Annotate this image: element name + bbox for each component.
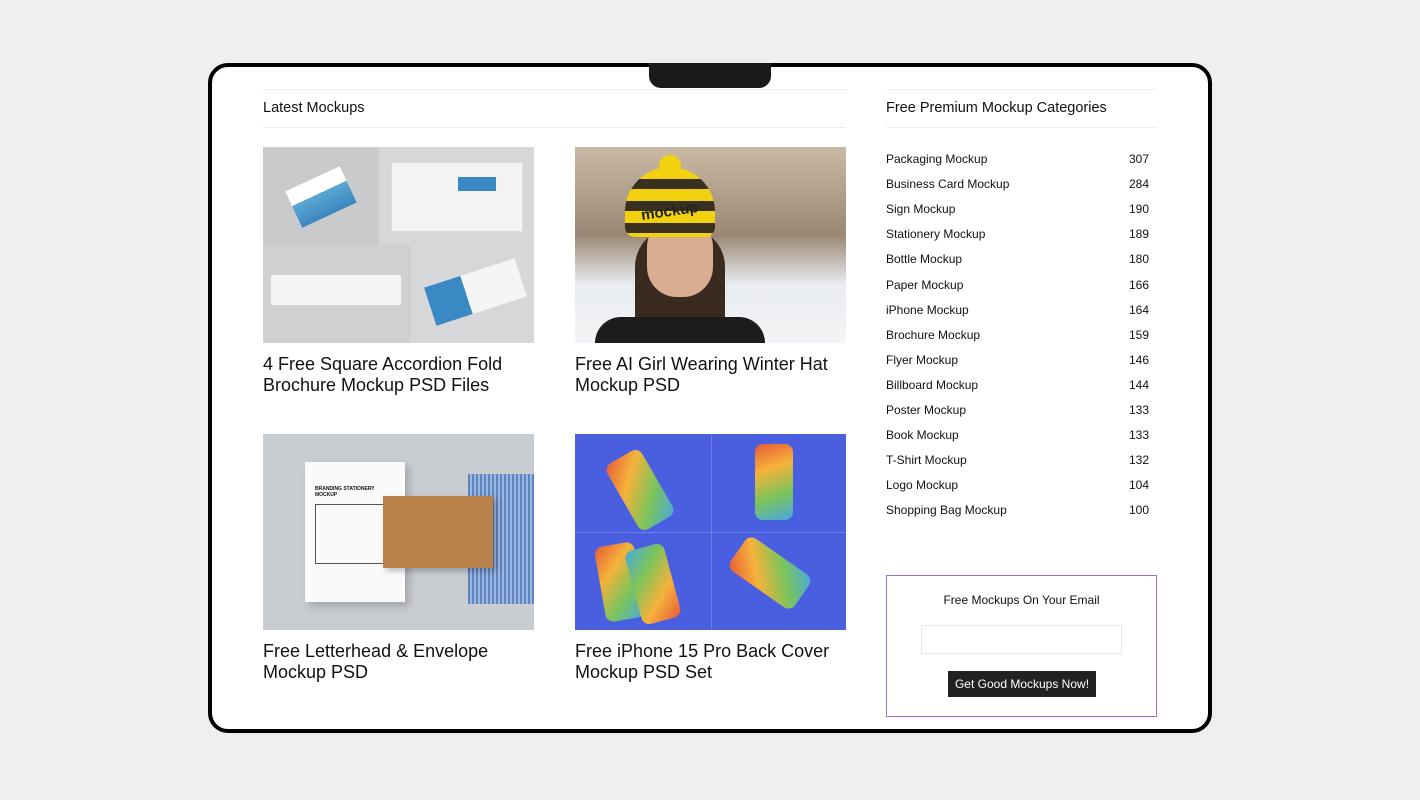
category-name[interactable]: T-Shirt Mockup [886, 453, 967, 467]
category-name[interactable]: Shopping Bag Mockup [886, 503, 1007, 517]
category-count: 100 [1128, 503, 1149, 518]
category-count: 180 [1128, 252, 1149, 267]
category-count: 133 [1128, 428, 1149, 443]
category-item[interactable]: Stationery Mockup 189 [886, 227, 1149, 241]
category-name[interactable]: Book Mockup [886, 428, 959, 442]
category-item[interactable]: T-Shirt Mockup 132 [886, 453, 1149, 467]
letterhead-text: BRANDING STATIONERY MOCKUP [315, 486, 375, 498]
category-name[interactable]: iPhone Mockup [886, 303, 969, 317]
divider [886, 89, 1157, 90]
category-item[interactable]: Flyer Mockup 146 [886, 353, 1149, 367]
category-item[interactable]: Bottle Mockup 180 [886, 252, 1149, 266]
category-item[interactable]: Packaging Mockup 307 [886, 152, 1149, 166]
category-count: 166 [1128, 277, 1149, 292]
post-image-iphone-cover[interactable] [575, 434, 846, 630]
category-name[interactable]: Business Card Mockup [886, 177, 1009, 191]
category-count: 284 [1128, 177, 1149, 192]
post-image-brochure[interactable] [263, 147, 534, 343]
post-title[interactable]: Free iPhone 15 Pro Back Cover Mockup PSD… [575, 641, 855, 683]
category-name[interactable]: Poster Mockup [886, 403, 966, 417]
post-image-letterhead[interactable]: BRANDING STATIONERY MOCKUP [263, 434, 534, 630]
category-count: 189 [1128, 227, 1149, 242]
device-notch [649, 63, 771, 88]
category-item[interactable]: Paper Mockup 166 [886, 278, 1149, 292]
latest-heading: Latest Mockups [263, 100, 365, 116]
category-count: 307 [1128, 152, 1149, 166]
subscribe-button[interactable]: Get Good Mockups Now! [948, 671, 1096, 697]
category-count: 133 [1128, 403, 1149, 417]
category-name[interactable]: Bottle Mockup [886, 252, 962, 266]
category-item[interactable]: Book Mockup 133 [886, 428, 1149, 442]
newsletter-title: Free Mockups On Your Email [943, 593, 1100, 607]
category-item[interactable]: iPhone Mockup 164 [886, 303, 1149, 317]
category-name[interactable]: Logo Mockup [886, 478, 958, 492]
category-item[interactable]: Business Card Mockup 284 [886, 177, 1149, 191]
category-item[interactable]: Sign Mockup 190 [886, 202, 1149, 216]
email-input[interactable] [921, 625, 1122, 654]
category-count: 132 [1128, 453, 1149, 468]
category-name[interactable]: Packaging Mockup [886, 152, 987, 166]
category-name[interactable]: Brochure Mockup [886, 328, 980, 342]
category-name[interactable]: Flyer Mockup [886, 353, 958, 367]
category-name[interactable]: Billboard Mockup [886, 378, 978, 392]
category-count: 144 [1128, 377, 1149, 392]
post-image-winter-hat[interactable]: mockup [575, 147, 846, 343]
post-title[interactable]: Free Letterhead & Envelope Mockup PSD [263, 641, 543, 683]
category-count: 190 [1128, 202, 1149, 217]
categories-heading: Free Premium Mockup Categories [886, 100, 1107, 116]
category-count: 104 [1128, 478, 1149, 493]
post-title[interactable]: Free AI Girl Wearing Winter Hat Mockup P… [575, 354, 855, 396]
divider [263, 89, 846, 90]
post-title[interactable]: 4 Free Square Accordion Fold Brochure Mo… [263, 354, 543, 396]
category-name[interactable]: Stationery Mockup [886, 227, 985, 241]
category-item[interactable]: Billboard Mockup 144 [886, 378, 1149, 392]
newsletter-box: Free Mockups On Your Email Get Good Mock… [886, 575, 1157, 717]
category-name[interactable]: Paper Mockup [886, 278, 963, 292]
category-count: 164 [1128, 302, 1149, 317]
category-name[interactable]: Sign Mockup [886, 202, 955, 216]
divider [263, 127, 846, 128]
category-item[interactable]: Poster Mockup 133 [886, 403, 1149, 417]
category-count: 159 [1128, 327, 1149, 342]
divider [886, 127, 1157, 128]
category-item[interactable]: Logo Mockup 104 [886, 478, 1149, 492]
category-item[interactable]: Shopping Bag Mockup 100 [886, 503, 1149, 517]
category-count: 146 [1128, 352, 1149, 367]
category-item[interactable]: Brochure Mockup 159 [886, 328, 1149, 342]
